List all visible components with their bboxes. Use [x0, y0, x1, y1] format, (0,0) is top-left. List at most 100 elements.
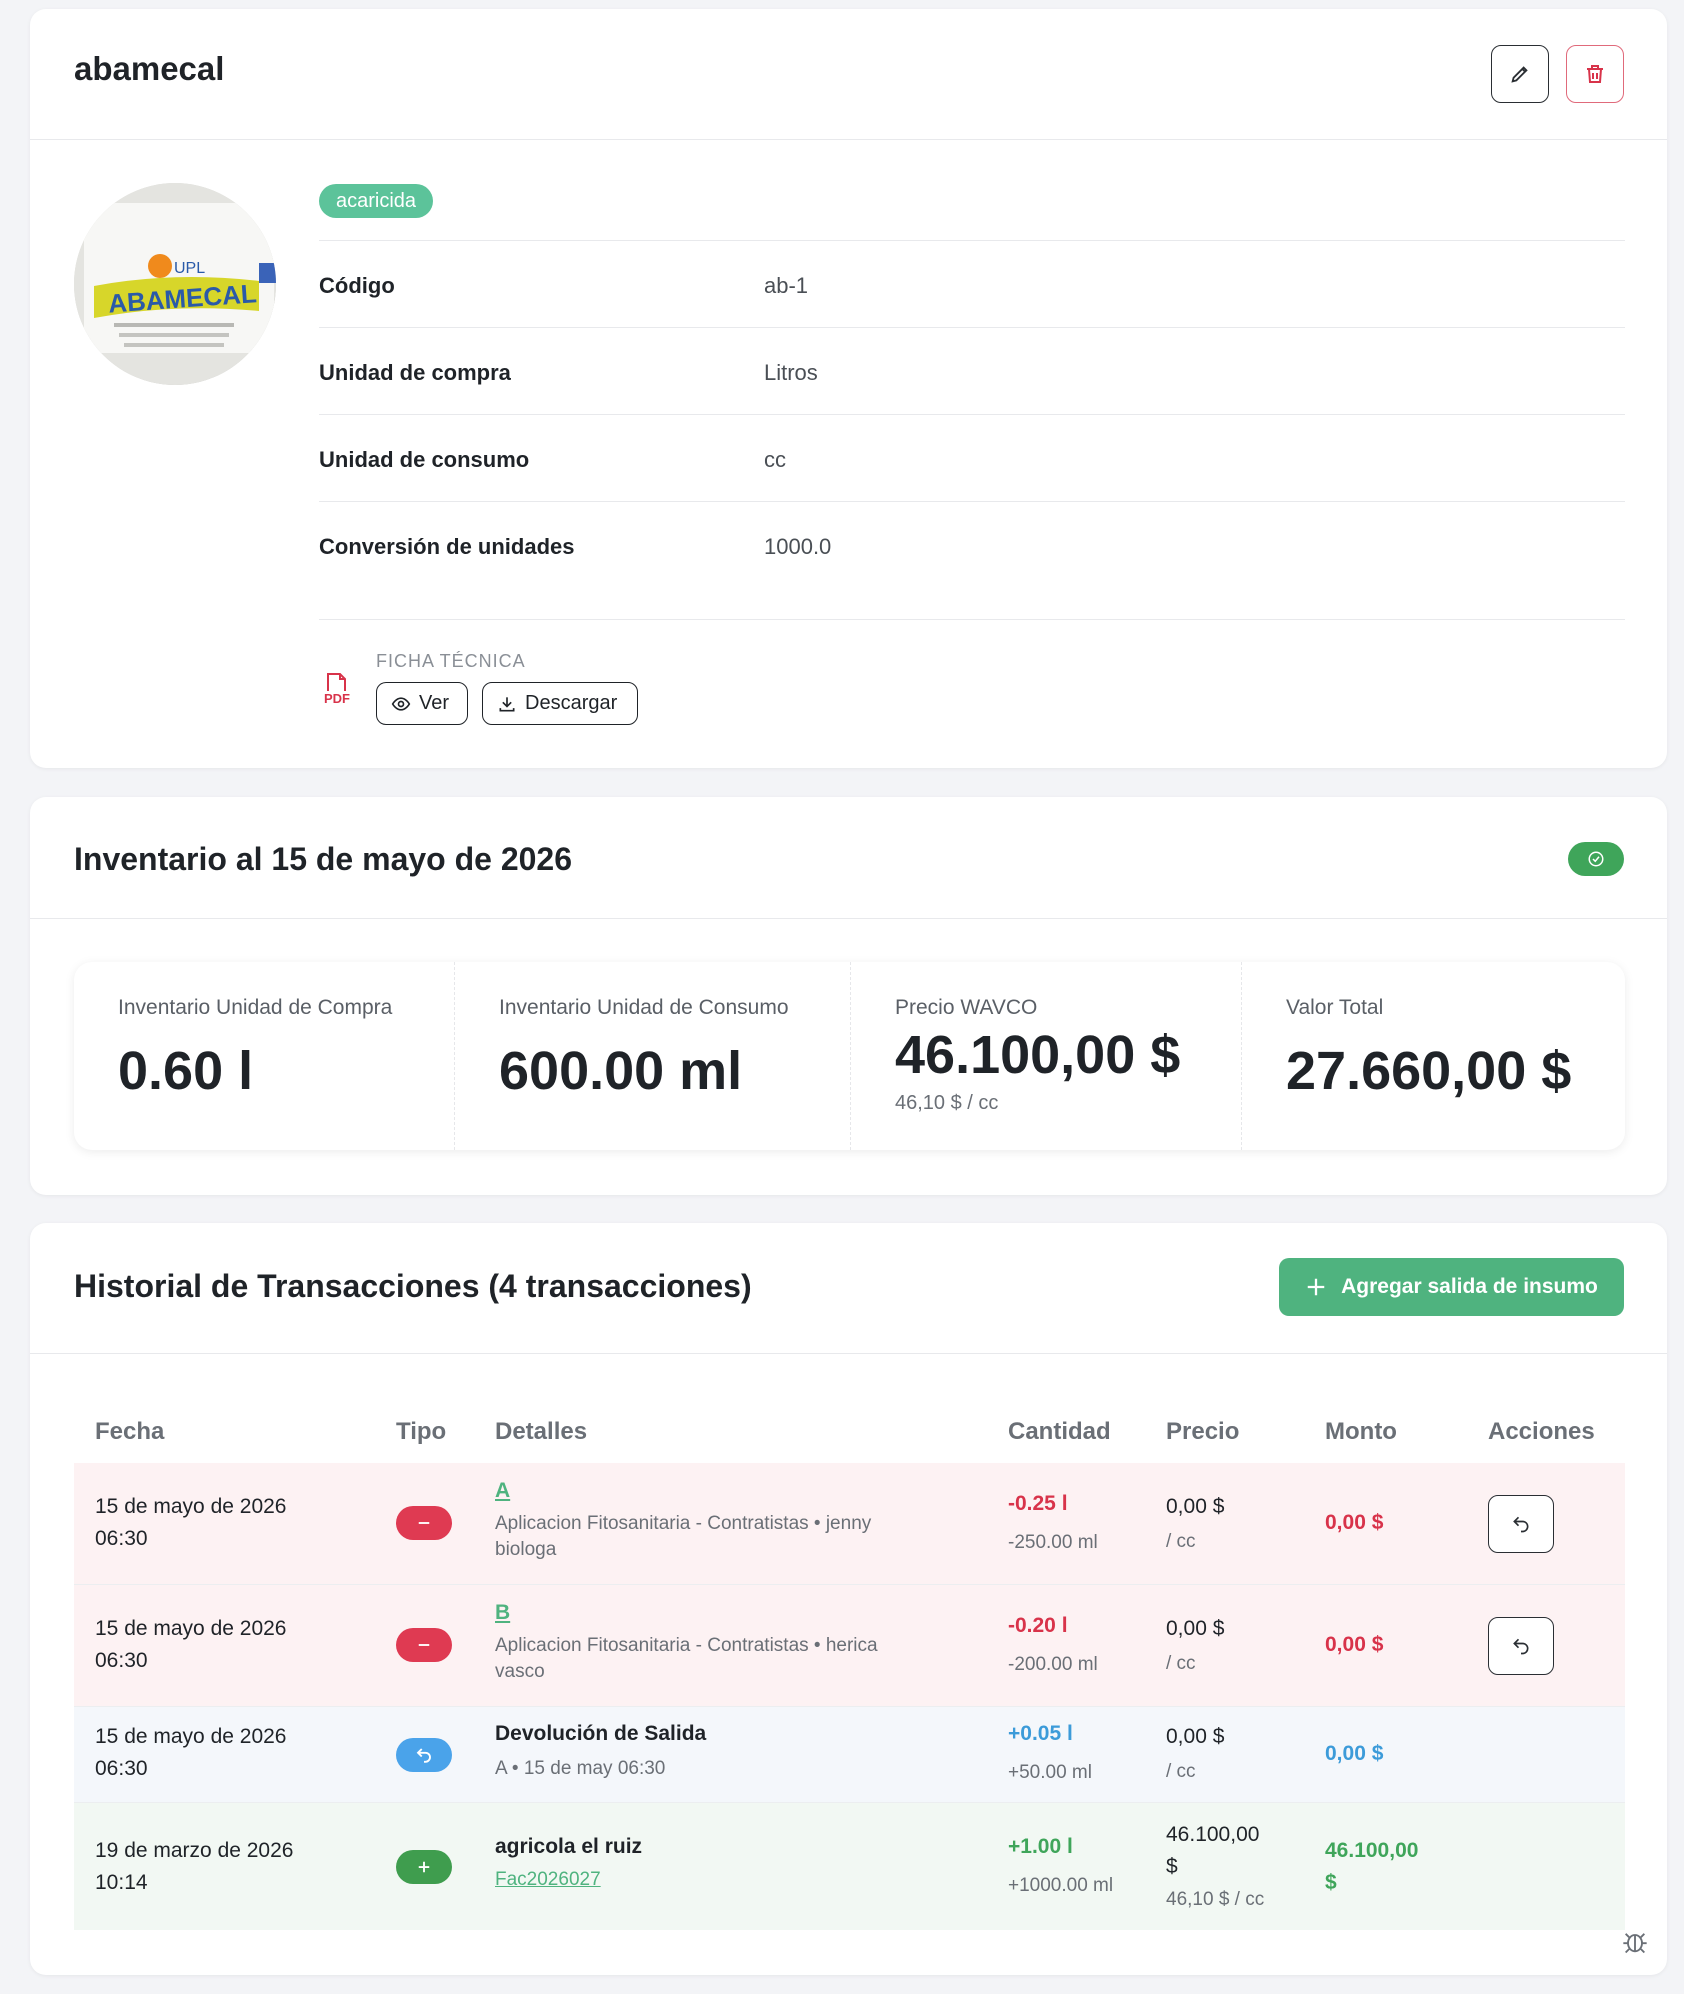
undo-icon: [1513, 1516, 1529, 1533]
stat-label: Valor Total: [1286, 996, 1384, 1019]
table-row: 15 de mayo de 2026 06:30 B Aplicacion Fi…: [74, 1585, 1625, 1707]
invoice-link[interactable]: Fac2026027: [495, 1869, 935, 1891]
descargar-label: Descargar: [525, 692, 618, 714]
stat-inventario-consumo: Inventario Unidad de Consumo 600.00 ml: [455, 962, 851, 1150]
product-card: abamecal UPL ABAMECAL acaricida Código a…: [30, 9, 1667, 768]
row-amount: 0,00 $: [1325, 1511, 1384, 1534]
field-value: ab-1: [764, 273, 809, 298]
stat-valor-total: Valor Total 27.660,00 $: [1242, 962, 1625, 1150]
product-image: UPL ABAMECAL: [74, 183, 276, 385]
detail-text: Aplicacion Fitosanitaria - Contratistas …: [495, 1635, 878, 1656]
transactions-card: Historial de Transacciones (4 transaccio…: [30, 1223, 1667, 1975]
ficha-tecnica-label: FICHA TÉCNICA: [376, 651, 526, 671]
detail-title: Devolución de Salida: [495, 1722, 707, 1745]
stat-label: Inventario Unidad de Consumo: [499, 996, 789, 1019]
field-label: Unidad de compra: [319, 360, 511, 385]
stat-subvalue: 46,10 $ / cc: [895, 1092, 999, 1114]
detail-text: A • 15 de may 06:30: [495, 1758, 666, 1779]
check-circle-icon: [1588, 851, 1604, 867]
product-name: abamecal: [74, 50, 225, 87]
row-price: 0,00 $ / cc: [1166, 1617, 1225, 1674]
detail-text: Aplicacion Fitosanitaria - Contratistas …: [495, 1513, 872, 1534]
table-row: 19 de marzo de 2026 10:14 agricola el ru…: [74, 1803, 1625, 1930]
inventory-card: Inventario al 15 de mayo de 2026 Inventa…: [30, 797, 1667, 1195]
field-row-unidad-consumo: Unidad de consumo cc: [319, 414, 1625, 501]
revert-button[interactable]: [1488, 1617, 1554, 1675]
detail-link[interactable]: A: [495, 1479, 935, 1503]
column-header-monto[interactable]: Monto: [1325, 1418, 1397, 1446]
add-salida-label: Agregar salida de insumo: [1341, 1275, 1598, 1298]
row-date: 15 de mayo de 2026 06:30: [95, 1725, 287, 1780]
column-header-tipo[interactable]: Tipo: [396, 1418, 446, 1446]
eye-icon: [391, 696, 411, 711]
column-header-detalles[interactable]: Detalles: [495, 1418, 587, 1446]
status-badge: [1568, 842, 1624, 876]
row-price: 46.100,00 $ 46,10 $ / cc: [1166, 1823, 1265, 1910]
stat-inventario-compra: Inventario Unidad de Compra 0.60 l: [74, 962, 455, 1150]
divider: [319, 619, 1625, 620]
stat-precio-wavco: Precio WAVCO 46.100,00 $ 46,10 $ / cc: [851, 962, 1242, 1150]
detail-title: agricola el ruiz: [495, 1835, 643, 1858]
product-photo: UPL ABAMECAL: [74, 183, 276, 385]
type-badge-devolucion: [396, 1738, 452, 1772]
trash-icon: [1587, 65, 1603, 83]
revert-button[interactable]: [1488, 1495, 1554, 1553]
type-badge-salida: [396, 1506, 452, 1540]
detail-text: biologa: [495, 1539, 557, 1560]
field-value: Litros: [764, 360, 818, 385]
row-date: 15 de mayo de 2026 06:30: [95, 1495, 287, 1550]
ver-button[interactable]: Ver: [376, 682, 468, 725]
bug-report-icon[interactable]: [1621, 1928, 1649, 1961]
delete-button[interactable]: [1566, 45, 1624, 103]
svg-text:UPL: UPL: [174, 260, 205, 277]
field-label: Unidad de consumo: [319, 447, 530, 472]
row-quantity: -0.20 l -200.00 ml: [1008, 1614, 1098, 1675]
row-quantity: +1.00 l +1000.00 ml: [1008, 1835, 1114, 1896]
table-row: 15 de mayo de 2026 06:30 A Aplicacion Fi…: [74, 1463, 1625, 1585]
column-header-fecha[interactable]: Fecha: [95, 1418, 164, 1446]
category-tag: acaricida: [319, 184, 434, 218]
row-details: A Aplicacion Fitosanitaria - Contratista…: [495, 1479, 935, 1563]
row-details: agricola el ruiz Fac2026027: [495, 1835, 935, 1891]
row-quantity: -0.25 l -250.00 ml: [1008, 1492, 1098, 1553]
type-badge-entrada: [396, 1850, 452, 1884]
field-row-unidad-compra: Unidad de compra Litros: [319, 327, 1625, 414]
transactions-title: Historial de Transacciones (4 transaccio…: [74, 1268, 752, 1304]
stat-label: Inventario Unidad de Compra: [118, 996, 393, 1019]
stat-value: 46.100,00 $: [895, 1025, 1181, 1085]
row-quantity: +0.05 l +50.00 ml: [1008, 1722, 1092, 1783]
column-header-precio[interactable]: Precio: [1166, 1418, 1239, 1446]
row-price: 0,00 $ / cc: [1166, 1725, 1225, 1782]
stat-value: 0.60 l: [118, 1041, 254, 1101]
ver-label: Ver: [419, 692, 450, 714]
field-row-codigo: Código ab-1: [319, 240, 1625, 327]
row-amount: 0,00 $: [1325, 1742, 1384, 1765]
add-salida-button[interactable]: Agregar salida de insumo: [1279, 1258, 1624, 1316]
column-header-acciones[interactable]: Acciones: [1488, 1418, 1595, 1446]
row-price: 0,00 $ / cc: [1166, 1495, 1225, 1552]
download-icon: [499, 696, 515, 711]
stat-value: 600.00 ml: [499, 1041, 743, 1101]
column-header-cantidad[interactable]: Cantidad: [1008, 1418, 1111, 1446]
type-badge-salida: [396, 1628, 452, 1662]
undo-icon: [416, 1748, 431, 1763]
row-date: 15 de mayo de 2026 06:30: [95, 1617, 287, 1672]
stat-label: Precio WAVCO: [895, 996, 1038, 1019]
row-details: Devolución de Salida A • 15 de may 06:30: [495, 1722, 935, 1782]
edit-button[interactable]: [1491, 45, 1549, 103]
field-label: Código: [319, 273, 395, 298]
minus-icon: [418, 1644, 430, 1646]
pencil-icon: [1511, 66, 1528, 83]
plus-icon: [418, 1861, 430, 1873]
row-amount: 0,00 $: [1325, 1633, 1384, 1656]
stat-value: 27.660,00 $: [1286, 1041, 1572, 1101]
row-details: B Aplicacion Fitosanitaria - Contratista…: [495, 1601, 935, 1685]
detail-link[interactable]: B: [495, 1601, 935, 1625]
pdf-file-icon: PDF: [322, 671, 352, 711]
field-label: Conversión de unidades: [319, 534, 575, 559]
descargar-button[interactable]: Descargar: [482, 682, 638, 725]
inventory-header: Inventario al 15 de mayo de 2026: [30, 797, 1667, 919]
detail-text: vasco: [495, 1661, 545, 1682]
minus-icon: [418, 1522, 430, 1524]
field-row-conversion: Conversión de unidades 1000.0: [319, 501, 1625, 588]
